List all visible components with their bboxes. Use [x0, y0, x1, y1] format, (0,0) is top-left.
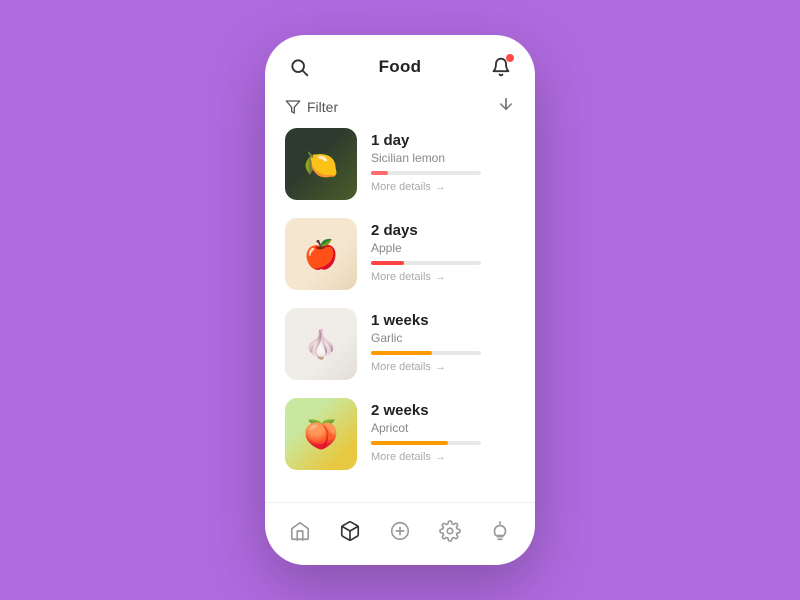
progress-fill-apricot — [371, 441, 448, 445]
more-details-label-garlic: More details — [371, 361, 431, 373]
food-emoji-apricot: 🍑 — [285, 398, 357, 470]
progress-fill-garlic — [371, 351, 432, 355]
more-details-apple[interactable]: More details → — [371, 271, 515, 283]
progress-bg-apple — [371, 261, 481, 265]
more-details-apricot[interactable]: More details → — [371, 451, 515, 463]
progress-fill-apple — [371, 261, 404, 265]
filter-button[interactable]: Filter — [285, 99, 338, 115]
more-details-label-lemon: More details — [371, 181, 431, 193]
notification-badge — [506, 54, 514, 62]
arrow-icon-apricot: → — [435, 451, 446, 463]
food-info-lemon: 1 day Sicilian lemon More details → — [371, 128, 515, 193]
food-duration-lemon: 1 day — [371, 132, 515, 149]
food-item-garlic: 🧄 1 weeks Garlic More details → — [285, 308, 515, 380]
food-image-lemon: 🍋 — [285, 128, 357, 200]
nav-add[interactable] — [382, 513, 418, 549]
food-item-lemon: 🍋 1 day Sicilian lemon More details → — [285, 128, 515, 200]
filter-label: Filter — [307, 99, 338, 115]
nav-box[interactable] — [332, 513, 368, 549]
progress-bg-apricot — [371, 441, 481, 445]
arrow-icon-apple: → — [435, 271, 446, 283]
nav-idea[interactable] — [482, 513, 518, 549]
page-title: Food — [379, 57, 422, 77]
food-image-apple: 🍎 — [285, 218, 357, 290]
food-item-apricot: 🍑 2 weeks Apricot More details → — [285, 398, 515, 470]
more-details-lemon[interactable]: More details → — [371, 181, 515, 193]
arrow-icon-garlic: → — [435, 361, 446, 373]
food-duration-apricot: 2 weeks — [371, 402, 515, 419]
sort-button[interactable] — [497, 95, 515, 118]
food-image-apricot: 🍑 — [285, 398, 357, 470]
food-emoji-garlic: 🧄 — [285, 308, 357, 380]
arrow-icon-lemon: → — [435, 181, 446, 193]
food-image-garlic: 🧄 — [285, 308, 357, 380]
nav-home[interactable] — [282, 513, 318, 549]
header: Food — [265, 35, 535, 91]
food-info-apricot: 2 weeks Apricot More details → — [371, 398, 515, 463]
food-info-garlic: 1 weeks Garlic More details → — [371, 308, 515, 373]
food-duration-apple: 2 days — [371, 222, 515, 239]
food-list: 🍋 1 day Sicilian lemon More details → 🍎 … — [265, 128, 535, 502]
food-name-apricot: Apricot — [371, 421, 515, 435]
food-duration-garlic: 1 weeks — [371, 312, 515, 329]
food-name-garlic: Garlic — [371, 331, 515, 345]
food-name-apple: Apple — [371, 241, 515, 255]
search-button[interactable] — [285, 53, 313, 81]
more-details-label-apple: More details — [371, 271, 431, 283]
food-emoji-apple: 🍎 — [285, 218, 357, 290]
progress-bg-lemon — [371, 171, 481, 175]
food-item-apple: 🍎 2 days Apple More details → — [285, 218, 515, 290]
notification-button[interactable] — [487, 53, 515, 81]
progress-fill-lemon — [371, 171, 388, 175]
more-details-label-apricot: More details — [371, 451, 431, 463]
food-emoji-lemon: 🍋 — [285, 128, 357, 200]
nav-settings[interactable] — [432, 513, 468, 549]
bottom-nav — [265, 502, 535, 565]
food-info-apple: 2 days Apple More details → — [371, 218, 515, 283]
filter-bar: Filter — [265, 91, 535, 128]
food-name-lemon: Sicilian lemon — [371, 151, 515, 165]
phone-container: Food Filter 🍋 — [265, 35, 535, 565]
progress-bg-garlic — [371, 351, 481, 355]
more-details-garlic[interactable]: More details → — [371, 361, 515, 373]
